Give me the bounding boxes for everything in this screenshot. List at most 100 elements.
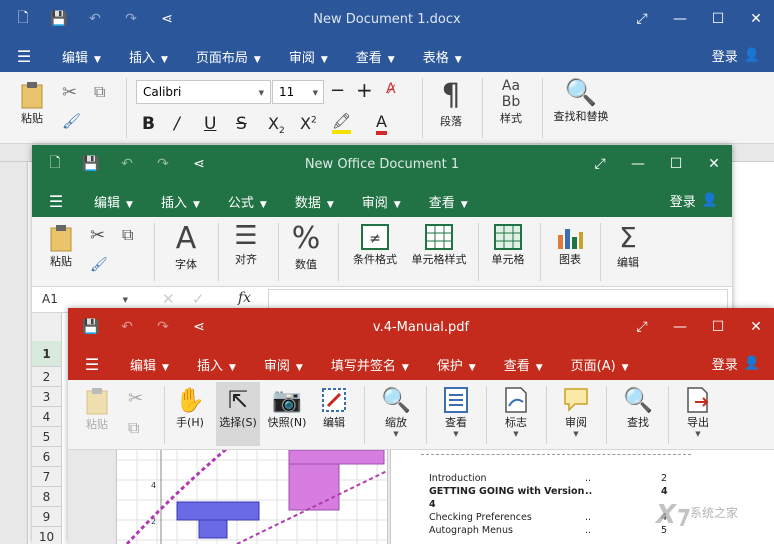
- find-replace-button[interactable]: 🔍 查找和替换: [552, 78, 610, 124]
- strikethrough-button[interactable]: S: [236, 114, 247, 134]
- row-header[interactable]: 3: [32, 387, 61, 407]
- toc-entry[interactable]: Checking Preferences.. 4: [429, 511, 679, 524]
- menu-formula[interactable]: 公式 ▼: [214, 192, 281, 211]
- menu-page-layout[interactable]: 页面布局 ▼: [182, 47, 275, 66]
- menu-fill-sign[interactable]: 填写并签名 ▼: [317, 355, 423, 374]
- confirm-icon[interactable]: ✓: [192, 290, 205, 308]
- decrease-size-button[interactable]: −: [330, 80, 345, 101]
- font-button[interactable]: A 字体: [170, 221, 202, 272]
- cell-button[interactable]: 单元格: [488, 223, 528, 267]
- menu-edit[interactable]: 编辑 ▼: [80, 192, 147, 211]
- bold-button[interactable]: B: [142, 114, 155, 134]
- paste-button[interactable]: 粘贴: [46, 223, 76, 269]
- cancel-icon[interactable]: ✕: [162, 290, 175, 308]
- menu-insert[interactable]: 插入 ▼: [183, 355, 250, 374]
- row-header[interactable]: 4: [32, 407, 61, 427]
- minimize-icon[interactable]: —: [630, 155, 646, 173]
- row-header[interactable]: 8: [32, 487, 61, 507]
- maximize-icon[interactable]: ☐: [668, 155, 684, 173]
- row-header[interactable]: 10: [32, 527, 61, 544]
- underline-button[interactable]: U: [204, 114, 216, 134]
- row-header[interactable]: 7: [32, 467, 61, 487]
- cut-icon[interactable]: ✂: [128, 388, 143, 409]
- cut-icon[interactable]: ✂: [62, 82, 77, 103]
- paste-button[interactable]: 粘贴: [14, 80, 50, 126]
- toc-entry[interactable]: Introduction.. 2: [429, 472, 679, 485]
- fullscreen-icon[interactable]: ⤢: [634, 10, 650, 28]
- function-icon[interactable]: fx: [238, 290, 251, 306]
- menu-edit[interactable]: 编辑 ▼: [116, 355, 183, 374]
- fullscreen-icon[interactable]: ⤢: [592, 155, 608, 173]
- row-header[interactable]: 2: [32, 367, 61, 387]
- minimize-icon[interactable]: —: [672, 10, 688, 28]
- italic-button[interactable]: /: [174, 114, 180, 134]
- close-icon[interactable]: ✕: [706, 155, 722, 173]
- format-painter-icon[interactable]: 🖌: [62, 112, 81, 130]
- view-button[interactable]: 查看 ▼: [438, 386, 474, 438]
- copy-icon[interactable]: ⧉: [94, 82, 105, 102]
- menu-insert[interactable]: 插入 ▼: [147, 192, 214, 211]
- subscript-button[interactable]: X2: [268, 114, 285, 136]
- style-button[interactable]: Aa Bb 样式: [494, 78, 528, 126]
- format-painter-icon[interactable]: 🖌: [90, 257, 108, 273]
- menu-view[interactable]: 查看 ▼: [490, 355, 557, 374]
- chart-button[interactable]: 图表: [550, 223, 590, 267]
- menu-review[interactable]: 审阅 ▼: [348, 192, 415, 211]
- toc-entry[interactable]: GETTING GOING with Version 4.. 4: [429, 485, 679, 511]
- login-button[interactable]: 登录 👤: [712, 354, 760, 373]
- login-button[interactable]: 登录 👤: [670, 191, 718, 210]
- maximize-icon[interactable]: ☐: [710, 10, 726, 28]
- zoom-button[interactable]: 🔍 缩放 ▼: [376, 386, 416, 438]
- menu-review[interactable]: 审阅 ▼: [275, 47, 342, 66]
- maximize-icon[interactable]: ☐: [710, 318, 726, 336]
- cut-icon[interactable]: ✂: [90, 225, 105, 246]
- row-header[interactable]: 9: [32, 507, 61, 527]
- close-icon[interactable]: ✕: [748, 10, 764, 28]
- menu-review[interactable]: 审阅 ▼: [250, 355, 317, 374]
- edit-button[interactable]: Σ 编辑: [612, 221, 644, 270]
- fullscreen-icon[interactable]: ⤢: [634, 318, 650, 336]
- hamburger-icon[interactable]: ☰: [0, 47, 48, 66]
- menu-edit[interactable]: 编辑 ▼: [48, 47, 115, 66]
- minimize-icon[interactable]: —: [672, 318, 688, 336]
- hamburger-icon[interactable]: ☰: [32, 192, 80, 211]
- menu-view[interactable]: 查看 ▼: [342, 47, 409, 66]
- copy-icon[interactable]: ⧉: [128, 418, 139, 438]
- menu-data[interactable]: 数据 ▼: [281, 192, 348, 211]
- increase-size-button[interactable]: +: [356, 78, 373, 102]
- sign-button[interactable]: 标志 ▼: [498, 386, 534, 438]
- paste-button[interactable]: 粘贴: [82, 386, 112, 432]
- menu-view[interactable]: 查看 ▼: [415, 192, 482, 211]
- snapshot-button[interactable]: 📷 快照(N): [266, 386, 308, 430]
- menu-insert[interactable]: 插入 ▼: [115, 47, 182, 66]
- copy-icon[interactable]: ⧉: [122, 225, 133, 245]
- toc-entry[interactable]: Autograph Menus.. 5: [429, 524, 679, 537]
- clear-format-icon[interactable]: A̷: [386, 81, 396, 97]
- menu-page[interactable]: 页面(A) ▼: [557, 355, 643, 374]
- login-button[interactable]: 登录 👤: [712, 46, 760, 65]
- review-button[interactable]: 审阅 ▼: [558, 386, 594, 438]
- edit-button[interactable]: 编辑: [316, 386, 352, 430]
- hand-tool-button[interactable]: ✋ 手(H): [172, 386, 208, 430]
- superscript-button[interactable]: X2: [300, 114, 317, 133]
- find-button[interactable]: 🔍 查找: [620, 386, 656, 430]
- menu-protect[interactable]: 保护 ▼: [423, 355, 490, 374]
- menu-table[interactable]: 表格 ▼: [409, 47, 476, 66]
- close-icon[interactable]: ✕: [748, 318, 764, 336]
- font-select[interactable]: Calibri ▼: [136, 80, 271, 104]
- select-tool-button[interactable]: ⇱ 选择(S): [216, 382, 260, 446]
- export-button[interactable]: 导出 ▼: [680, 386, 716, 438]
- row-header[interactable]: 5: [32, 427, 61, 447]
- paragraph-button[interactable]: ¶ 段落: [434, 78, 468, 129]
- cell-style-button[interactable]: 单元格样式: [410, 223, 468, 267]
- font-size-select[interactable]: 11 ▼: [272, 80, 324, 104]
- hamburger-icon[interactable]: ☰: [68, 355, 116, 374]
- row-header[interactable]: 1: [32, 341, 61, 367]
- number-button[interactable]: % 数值: [290, 221, 322, 272]
- row-header[interactable]: 6: [32, 447, 61, 467]
- conditional-format-button[interactable]: ≠ 条件格式: [348, 223, 402, 267]
- align-button[interactable]: ☰ 对齐: [230, 221, 262, 267]
- cell-reference-input[interactable]: A1 ▼: [38, 290, 132, 310]
- highlight-icon[interactable]: 🖍: [332, 112, 352, 134]
- font-color-icon[interactable]: A: [376, 112, 387, 135]
